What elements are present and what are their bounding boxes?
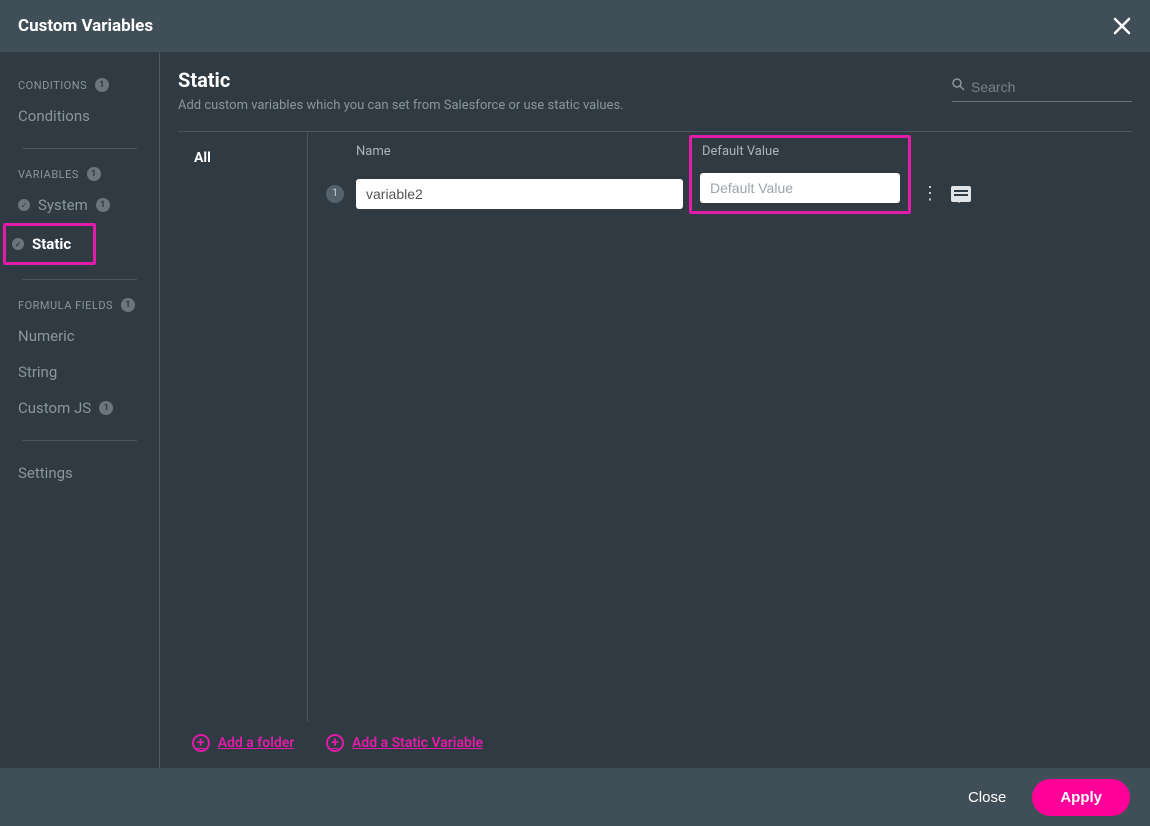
sidebar-item-label: Static [32, 235, 71, 253]
plus-icon: + [326, 734, 344, 752]
row-actions: ⋮ [921, 183, 971, 204]
sidebar-item-label: Settings [18, 464, 73, 482]
main-header: Static Add custom variables which you ca… [178, 68, 1132, 132]
variable-row: 1 Default Value ⋮ [326, 169, 1132, 218]
item-badge: 1 [99, 401, 113, 415]
column-default-header-inner: Default Value [702, 144, 779, 159]
variable-name-input[interactable] [356, 179, 683, 209]
plus-icon: + [192, 734, 210, 752]
sidebar-item-label: Numeric [18, 327, 75, 345]
item-badge: 1 [96, 198, 110, 212]
sidebar-item-label: System [38, 196, 88, 214]
sidebar-item-numeric[interactable]: Numeric [8, 318, 159, 354]
sidebar-item-system[interactable]: ✓ System 1 [8, 187, 159, 223]
divider [22, 279, 137, 280]
sidebar-item-customjs[interactable]: Custom JS 1 [8, 390, 159, 426]
row-number: 1 [326, 185, 344, 203]
divider [22, 440, 137, 441]
section-formula-header: FORMULA FIELDS 1 [0, 294, 159, 318]
page-title: Static [178, 68, 624, 92]
more-icon[interactable]: ⋮ [921, 183, 937, 204]
content-row: All Name Default Value 1 Default Value ⋮ [178, 132, 1132, 722]
folder-all[interactable]: All [188, 146, 297, 170]
section-badge: 1 [95, 78, 109, 92]
sidebar-item-label: Conditions [18, 107, 90, 125]
folder-column: All [178, 132, 308, 722]
sidebar-item-label: String [18, 363, 57, 381]
comment-icon[interactable] [951, 186, 971, 202]
page-description: Add custom variables which you can set f… [178, 98, 624, 113]
default-value-input[interactable] [700, 173, 900, 203]
check-icon: ✓ [12, 238, 24, 250]
close-button[interactable]: Close [968, 789, 1006, 806]
sidebar-item-string[interactable]: String [8, 354, 159, 390]
section-label: CONDITIONS [18, 79, 87, 92]
add-variable-label: Add a Static Variable [352, 735, 483, 751]
modal-header: Custom Variables [0, 0, 1150, 52]
modal-body: CONDITIONS 1 Conditions VARIABLES 1 ✓ Sy… [0, 52, 1150, 768]
default-value-highlight: Default Value [689, 135, 911, 214]
section-label: FORMULA FIELDS [18, 299, 113, 312]
main-titleblock: Static Add custom variables which you ca… [178, 68, 624, 113]
sidebar-item-settings[interactable]: Settings [8, 455, 159, 491]
modal-title: Custom Variables [18, 16, 153, 36]
section-conditions-header: CONDITIONS 1 [0, 74, 159, 98]
section-variables-header: VARIABLES 1 [0, 163, 159, 187]
sidebar-item-static[interactable]: ✓ Static [3, 223, 96, 265]
sidebar: CONDITIONS 1 Conditions VARIABLES 1 ✓ Sy… [0, 52, 160, 768]
section-label: VARIABLES [18, 168, 79, 181]
section-badge: 1 [121, 298, 135, 312]
divider [22, 148, 137, 149]
bottom-links: + Add a folder + Add a Static Variable [178, 722, 1132, 768]
apply-button[interactable]: Apply [1032, 779, 1130, 816]
column-name-header: Name [356, 144, 699, 159]
add-folder-label: Add a folder [218, 735, 295, 751]
check-icon: ✓ [18, 199, 30, 211]
search-field[interactable]: ✕ [952, 76, 1132, 102]
modal-footer: Close Apply [0, 768, 1150, 826]
search-icon [952, 78, 965, 95]
add-folder-link[interactable]: + Add a folder [192, 734, 295, 752]
add-variable-link[interactable]: + Add a Static Variable [326, 734, 483, 752]
sidebar-item-conditions[interactable]: Conditions [8, 98, 159, 134]
sidebar-item-label: Custom JS [18, 399, 91, 417]
section-badge: 1 [87, 167, 101, 181]
search-input[interactable] [971, 79, 1150, 95]
variables-column: Name Default Value 1 Default Value ⋮ [308, 132, 1132, 722]
close-icon[interactable] [1108, 12, 1136, 40]
main-panel: Static Add custom variables which you ca… [160, 52, 1150, 768]
